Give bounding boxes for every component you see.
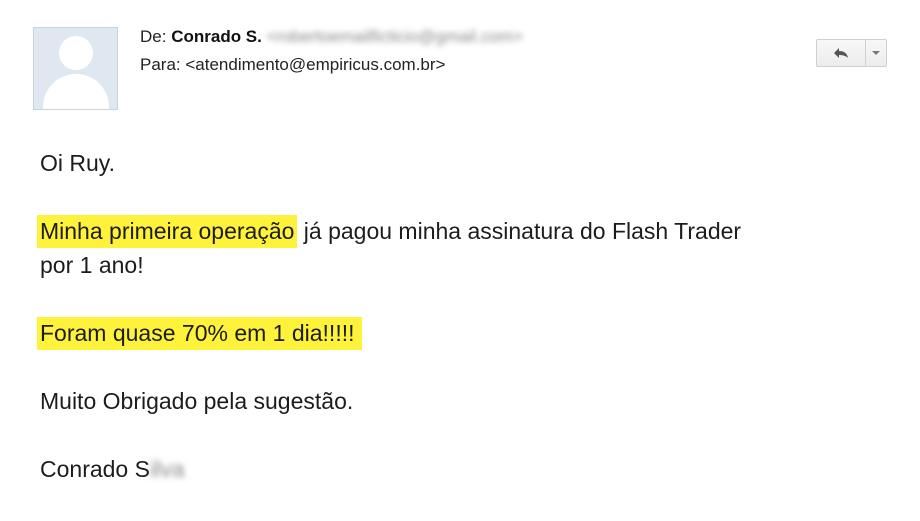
greeting-line: Oi Ruy. — [40, 150, 115, 176]
from-line: De: Conrado S. <robertoemailficticio@gma… — [140, 27, 523, 47]
to-line: Para: <atendimento@empiricus.com.br> — [140, 55, 445, 75]
highlighted-text: Foram quase 70% em 1 dia!!!!! — [37, 317, 362, 350]
highlighted-text: Minha primeira operação — [37, 215, 298, 248]
avatar — [33, 27, 118, 110]
sender-name[interactable]: Conrado S. — [171, 27, 262, 46]
paragraph-1-line-2: por 1 ano! — [40, 252, 144, 278]
signature: Conrado Silva — [40, 455, 184, 483]
paragraph-1-text: já pagou minha assinatura do Flash Trade… — [297, 218, 742, 244]
from-label: De: — [140, 27, 167, 46]
paragraph-1-line-1: Minha primeira operação já pagou minha a… — [37, 215, 742, 248]
chevron-down-icon — [872, 51, 880, 55]
more-actions-button[interactable] — [866, 40, 886, 66]
reply-button-group — [816, 39, 887, 67]
sender-email: <robertoemailficticio@gmail.com> — [266, 27, 523, 46]
reply-button[interactable] — [817, 40, 866, 66]
reply-arrow-icon — [834, 48, 848, 58]
paragraph-3: Muito Obrigado pela sugestão. — [40, 388, 354, 414]
avatar-head-shape — [59, 36, 93, 70]
paragraph-2: Foram quase 70% em 1 dia!!!!! — [37, 317, 362, 350]
signature-visible: Conrado S — [40, 456, 150, 482]
recipient-email[interactable]: <atendimento@empiricus.com.br> — [185, 55, 445, 74]
to-label: Para: — [140, 55, 181, 74]
avatar-body-shape — [43, 74, 109, 109]
signature-blurred: ilva — [149, 456, 185, 482]
